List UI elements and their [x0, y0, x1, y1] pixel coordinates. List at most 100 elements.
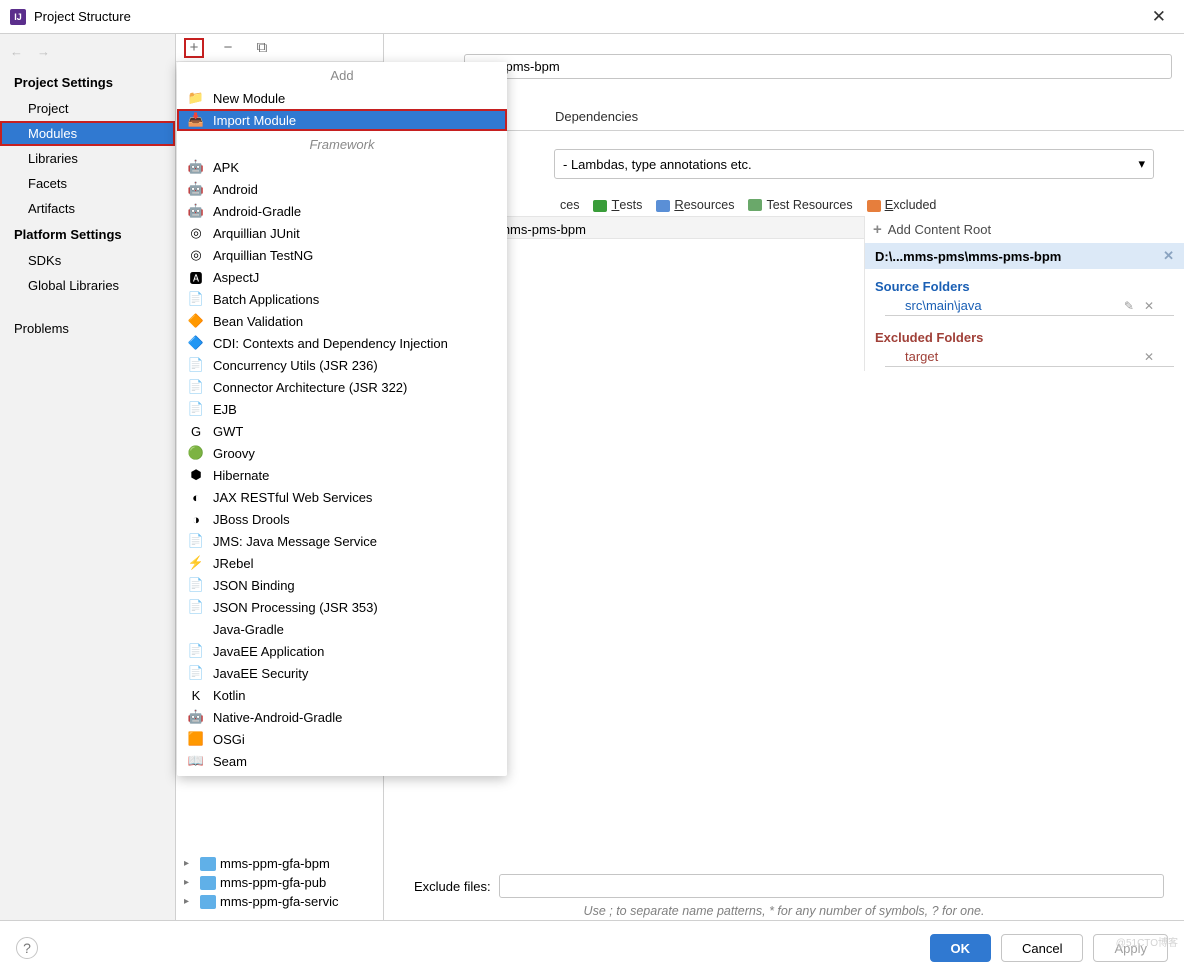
popup-item-framework[interactable]: 📄Batch Applications — [177, 288, 507, 310]
framework-icon: 📄 — [187, 577, 205, 593]
popup-item-framework[interactable]: ◐JAX RESTful Web Services — [177, 486, 507, 508]
tree-label: mms-ppm-gfa-pub — [220, 875, 326, 890]
popup-item-framework[interactable]: ◎Arquillian TestNG — [177, 244, 507, 266]
close-icon[interactable]: ✕ — [1163, 248, 1174, 264]
popup-item-framework[interactable]: ◑JBoss Drools — [177, 508, 507, 530]
popup-item-framework[interactable]: 📄EJB — [177, 398, 507, 420]
mark-resources[interactable]: Resources — [656, 197, 734, 212]
content-root-row[interactable]: D:\...mms-pms\mms-pms-bpm ✕ — [865, 243, 1184, 269]
popup-item-framework[interactable]: 🤖Native-Android-Gradle — [177, 706, 507, 728]
popup-item-new-module[interactable]: 📁 New Module — [177, 87, 507, 109]
popup-header-add: Add — [177, 62, 507, 87]
popup-item-framework[interactable]: 🅰AspectJ — [177, 266, 507, 288]
exclude-files-label: Exclude files: — [414, 879, 491, 894]
popup-item-framework[interactable]: 🟢Groovy — [177, 442, 507, 464]
sidebar-item-libraries[interactable]: Libraries — [0, 146, 175, 171]
framework-icon: ⚡ — [187, 555, 205, 571]
source-folder-item[interactable]: src\main\java ✎ ✕ — [885, 296, 1174, 316]
tree-label: mms-ppm-gfa-bpm — [220, 856, 330, 871]
popup-item-framework[interactable]: 📄JavaEE Application — [177, 640, 507, 662]
popup-header-framework: Framework — [177, 131, 507, 156]
popup-item-framework[interactable]: 📄JSON Processing (JSR 353) — [177, 596, 507, 618]
window-title: Project Structure — [34, 9, 131, 24]
tab-dependencies[interactable]: Dependencies — [551, 103, 642, 130]
close-icon[interactable]: ✕ — [1144, 7, 1174, 27]
plus-icon: + — [873, 221, 882, 238]
popup-item-framework[interactable]: 🤖Android-Gradle — [177, 200, 507, 222]
close-icon[interactable]: ✕ — [1144, 350, 1154, 364]
add-module-button[interactable]: + — [184, 38, 204, 58]
sidebar-item-modules[interactable]: Modules — [0, 121, 175, 146]
close-icon[interactable]: ✕ — [1144, 299, 1154, 313]
help-button[interactable]: ? — [16, 937, 38, 959]
framework-icon: 🅰 — [187, 269, 205, 285]
add-content-root-button[interactable]: + Add Content Root — [865, 216, 1184, 243]
popup-item-framework[interactable]: ⚡JRebel — [177, 552, 507, 574]
framework-icon: G — [187, 423, 205, 439]
sidebar-item-problems[interactable]: Problems — [0, 316, 175, 341]
popup-item-framework[interactable]: ⬢Hibernate — [177, 464, 507, 486]
popup-item-framework[interactable]: 🤖APK — [177, 156, 507, 178]
popup-item-framework[interactable]: Java-Gradle — [177, 618, 507, 640]
app-icon: IJ — [10, 9, 26, 25]
sidebar-item-sdks[interactable]: SDKs — [0, 248, 175, 273]
popup-item-framework[interactable]: 📄JMS: Java Message Service — [177, 530, 507, 552]
remove-module-button[interactable]: − — [218, 38, 238, 58]
popup-item-framework[interactable]: 📄JSON Binding — [177, 574, 507, 596]
ok-button[interactable]: OK — [930, 934, 992, 962]
framework-icon: 📄 — [187, 401, 205, 417]
popup-item-framework[interactable]: GGWT — [177, 420, 507, 442]
tree-row[interactable]: ▸mms-ppm-gfa-servic — [178, 892, 381, 911]
framework-icon: ◎ — [187, 247, 205, 263]
sidebar-item-facets[interactable]: Facets — [0, 171, 175, 196]
framework-icon: 🤖 — [187, 709, 205, 725]
import-icon: 📥 — [187, 112, 205, 128]
popup-item-import-module[interactable]: 📥 Import Module — [177, 109, 507, 131]
popup-item-framework[interactable]: 📄JavaEE Security — [177, 662, 507, 684]
folder-icon: 📁 — [187, 90, 205, 106]
framework-icon: 🤖 — [187, 181, 205, 197]
module-name-input[interactable] — [464, 54, 1172, 79]
module-icon — [200, 895, 216, 909]
language-level-combo[interactable]: - Lambdas, type annotations etc. ▾ — [554, 149, 1154, 179]
popup-item-framework[interactable]: 📖Seam — [177, 750, 507, 772]
exclude-files-input[interactable] — [499, 874, 1164, 898]
mark-excluded[interactable]: Excluded — [867, 197, 937, 212]
combo-value: - Lambdas, type annotations etc. — [563, 157, 752, 172]
sidebar-item-artifacts[interactable]: Artifacts — [0, 196, 175, 221]
framework-icon: 🔷 — [187, 335, 205, 351]
popup-item-framework[interactable]: KKotlin — [177, 684, 507, 706]
popup-item-framework[interactable]: 📄Concurrency Utils (JSR 236) — [177, 354, 507, 376]
popup-item-framework[interactable]: 🔶Bean Validation — [177, 310, 507, 332]
copy-module-button[interactable]: ⧉ — [252, 38, 272, 58]
framework-icon: 🤖 — [187, 203, 205, 219]
cancel-button[interactable]: Cancel — [1001, 934, 1083, 962]
popup-item-framework[interactable]: 🔷CDI: Contexts and Dependency Injection — [177, 332, 507, 354]
tree-row[interactable]: ▸mms-ppm-gfa-bpm — [178, 854, 381, 873]
nav-forward-icon[interactable]: → — [37, 44, 50, 59]
framework-icon — [187, 621, 205, 637]
framework-icon: 📄 — [187, 533, 205, 549]
framework-icon: 📄 — [187, 379, 205, 395]
tree-row[interactable]: ▸mms-ppm-gfa-pub — [178, 873, 381, 892]
source-folders-header: Source Folders — [865, 269, 1184, 296]
nav-back-icon[interactable]: ← — [10, 44, 23, 59]
module-icon — [200, 857, 216, 871]
sidebar-item-global-libraries[interactable]: Global Libraries — [0, 273, 175, 298]
excluded-folder-item[interactable]: target ✕ — [885, 347, 1174, 367]
add-popup-menu: Add 📁 New Module 📥 Import Module Framewo… — [177, 62, 507, 776]
mark-tests[interactable]: TTestsests — [593, 197, 642, 212]
framework-icon: 📄 — [187, 357, 205, 373]
framework-icon: 📄 — [187, 665, 205, 681]
mark-sources-partial[interactable]: ces — [560, 198, 579, 212]
popup-item-framework[interactable]: ◎Arquillian JUnit — [177, 222, 507, 244]
popup-item-framework[interactable]: 🤖Android — [177, 178, 507, 200]
popup-item-framework[interactable]: 🟧OSGi — [177, 728, 507, 750]
sidebar-item-project[interactable]: Project — [0, 96, 175, 121]
sidebar-section-platform-settings: Platform Settings — [0, 221, 175, 248]
mark-test-resources[interactable]: Test Resources — [748, 198, 852, 212]
content-roots-panel: + Add Content Root D:\...mms-pms\mms-pms… — [864, 216, 1184, 371]
edit-icon[interactable]: ✎ — [1124, 299, 1134, 313]
popup-item-framework[interactable]: 📄Connector Architecture (JSR 322) — [177, 376, 507, 398]
watermark: @51CTO博客 — [1116, 934, 1178, 949]
